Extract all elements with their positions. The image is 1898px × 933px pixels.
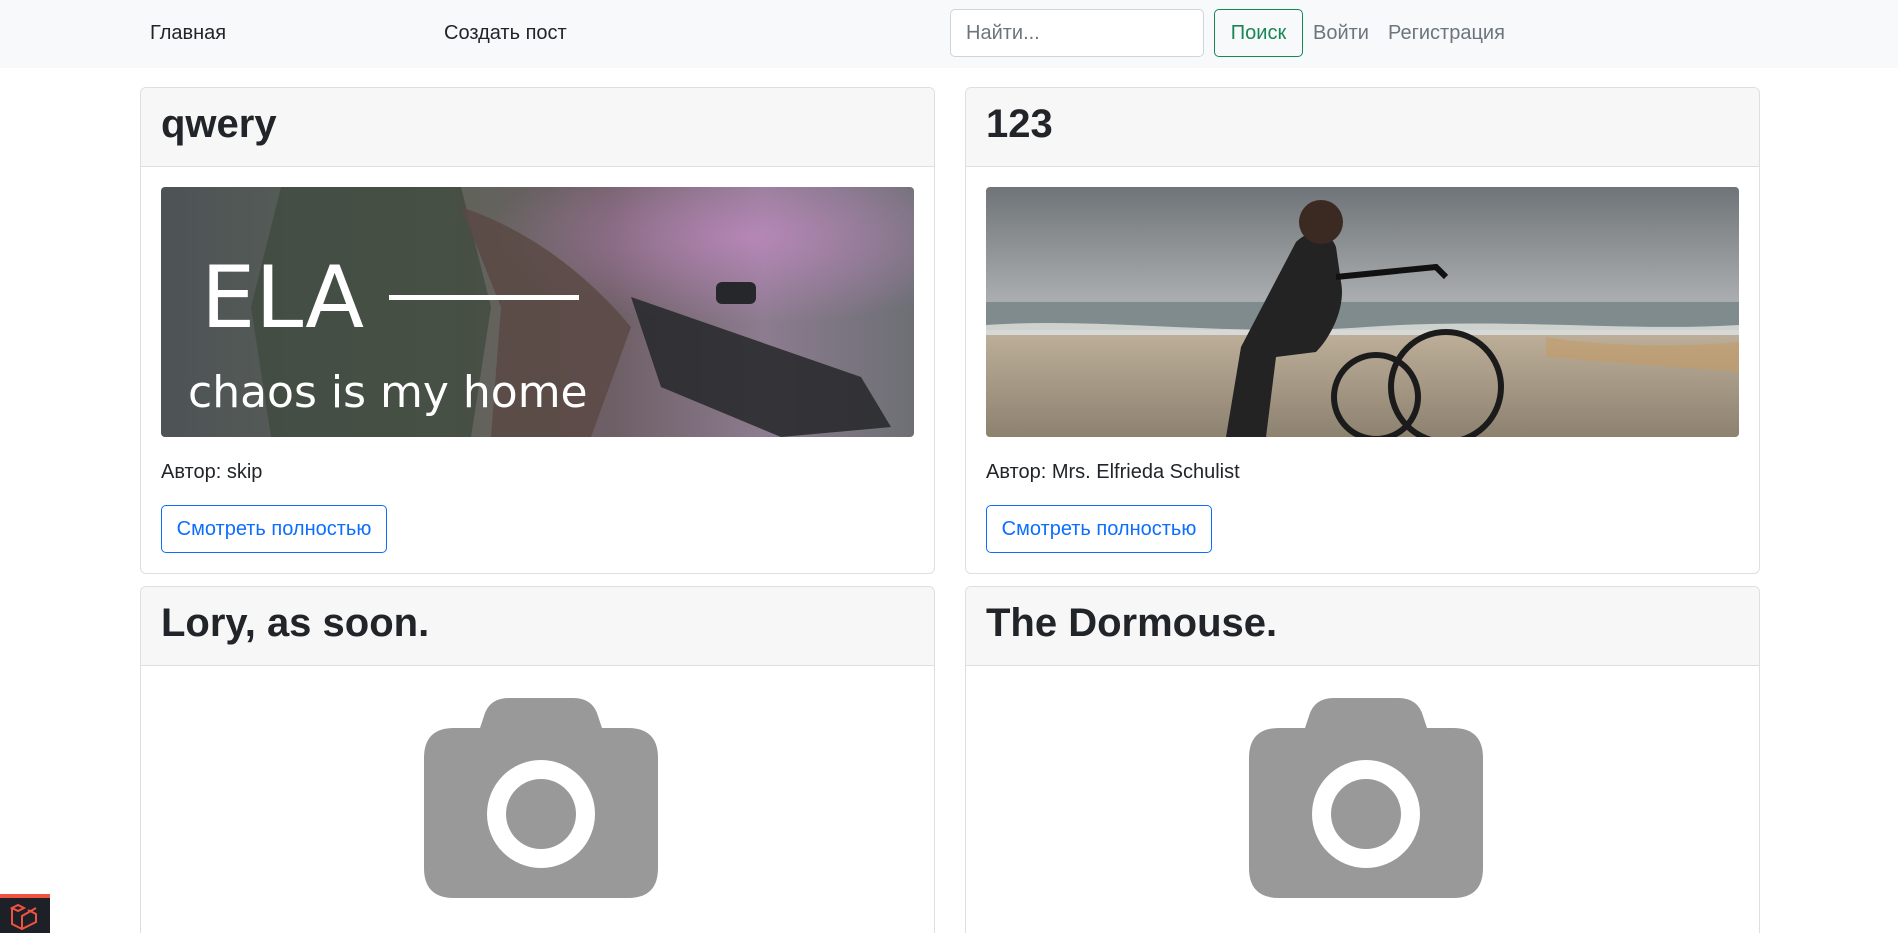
- post-card-header: Lory, as soon.: [141, 587, 934, 666]
- camera-placeholder-icon: [424, 698, 658, 898]
- search-button[interactable]: Поиск: [1214, 9, 1303, 57]
- view-full-button[interactable]: Смотреть полностью: [161, 505, 387, 553]
- post-card: Lory, as soon.: [140, 586, 935, 933]
- post-card-header: 123: [966, 88, 1759, 167]
- image-text-sub: chaos is my home: [188, 367, 588, 418]
- navbar: Главная Создать пост Поиск Войти Регистр…: [0, 0, 1898, 68]
- post-card-header: qwery: [141, 88, 934, 167]
- post-image: [986, 187, 1739, 437]
- post-author: Автор: Mrs. Elfrieda Schulist: [986, 461, 1240, 483]
- post-title: The Dormouse.: [986, 601, 1278, 645]
- post-card: qwery ELA chaos is my home Автор: skip С…: [140, 87, 935, 574]
- laravel-logo-icon: [9, 903, 37, 931]
- camera-placeholder-icon: [1249, 698, 1483, 898]
- post-card: 123 Автор: Mrs. Elfrieda Schulist Смотре…: [965, 87, 1760, 574]
- image-text-main: ELA: [201, 248, 364, 348]
- post-card: The Dormouse.: [965, 586, 1760, 933]
- search-input[interactable]: [950, 9, 1204, 57]
- nav-home-link[interactable]: Главная: [150, 22, 226, 45]
- post-card-header: The Dormouse.: [966, 587, 1759, 666]
- post-author: Автор: skip: [161, 461, 263, 483]
- post-title: 123: [986, 102, 1053, 146]
- post-image: ELA chaos is my home: [161, 187, 914, 437]
- nav-create-post-link[interactable]: Создать пост: [444, 22, 567, 45]
- laravel-debugbar-toggle[interactable]: [0, 894, 50, 933]
- login-link[interactable]: Войти: [1313, 22, 1369, 45]
- post-title: qwery: [161, 102, 277, 146]
- register-link[interactable]: Регистрация: [1388, 22, 1505, 45]
- view-full-button[interactable]: Смотреть полностью: [986, 505, 1212, 553]
- post-title: Lory, as soon.: [161, 601, 430, 645]
